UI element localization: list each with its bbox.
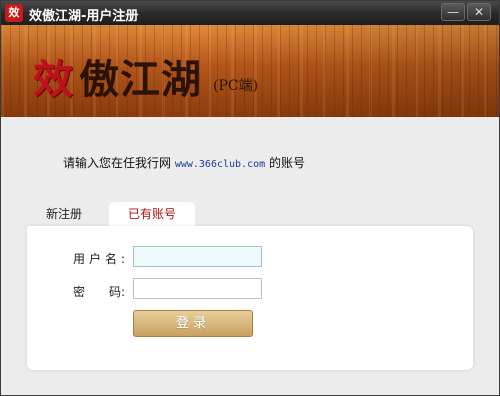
- tab-existing-account[interactable]: 已有账号: [109, 202, 195, 226]
- login-button[interactable]: 登录: [133, 310, 253, 337]
- intro-prefix: 请输入您在任我行网: [63, 156, 175, 170]
- window-title: 效傲江湖-用户注册: [29, 9, 139, 24]
- logo-first-char: 效: [33, 56, 73, 103]
- username-input[interactable]: [133, 246, 262, 267]
- banner-shade: [1, 25, 499, 117]
- site-link: www.366club.com: [174, 159, 266, 170]
- intro-text: 请输入您在任我行网 www.366club.com 的账号: [63, 154, 305, 171]
- tab-new-register[interactable]: 新注册: [31, 202, 97, 226]
- banner: 效 傲江湖 (PC端): [1, 25, 499, 117]
- minimize-button[interactable]: —: [441, 3, 465, 21]
- username-label: 用户名:: [73, 252, 130, 266]
- password-label: 密 码:: [73, 285, 126, 299]
- logo-subtitle: (PC端): [213, 78, 259, 94]
- app-icon: 效: [5, 4, 23, 22]
- logo-text: 傲江湖: [79, 56, 202, 103]
- registration-window: 效 效傲江湖-用户注册 — ✕ 效 傲江湖 (PC端) 请输入您在任我行网 ww…: [0, 0, 500, 396]
- close-button[interactable]: ✕: [467, 3, 491, 21]
- intro-suffix: 的账号: [265, 156, 305, 170]
- title-bar[interactable]: 效 效傲江湖-用户注册 — ✕: [1, 1, 499, 25]
- password-input[interactable]: [133, 278, 262, 299]
